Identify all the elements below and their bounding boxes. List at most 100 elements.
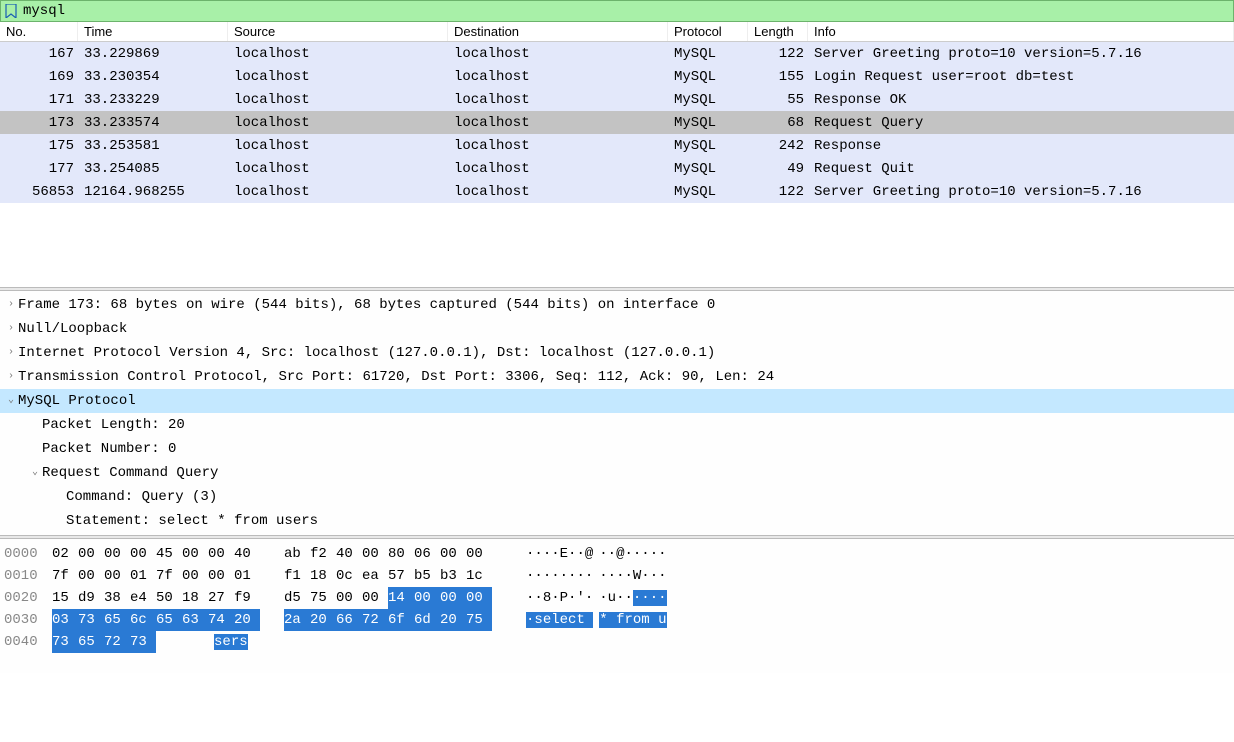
hex-byte[interactable]: d9 [78,587,104,609]
hex-byte[interactable]: 03 [52,609,78,631]
hex-byte[interactable]: 00 [466,543,492,565]
hex-byte[interactable]: 00 [362,587,388,609]
tree-collapsed-icon[interactable]: › [4,294,18,316]
hex-byte[interactable]: 00 [466,587,492,609]
hex-byte[interactable]: 0c [336,565,362,587]
hex-byte[interactable]: f1 [284,565,310,587]
hex-byte[interactable]: 45 [156,543,182,565]
hex-byte[interactable]: 02 [52,543,78,565]
hex-byte[interactable]: 72 [104,631,130,653]
hex-byte[interactable]: 00 [104,543,130,565]
hex-byte[interactable]: 50 [156,587,182,609]
hex-byte[interactable]: 00 [182,565,208,587]
packet-row[interactable]: 17533.253581localhostlocalhostMySQL242Re… [0,134,1234,157]
detail-tree-item[interactable]: Statement: select * from users [0,509,1234,533]
detail-tree-item[interactable]: Command: Query (3) [0,485,1234,509]
display-filter-input[interactable] [21,3,1233,19]
detail-tree-item[interactable]: › Transmission Control Protocol, Src Por… [0,365,1234,389]
packet-row[interactable]: 17133.233229localhostlocalhostMySQL55Res… [0,88,1234,111]
hex-byte[interactable]: 00 [362,543,388,565]
hex-byte[interactable]: 00 [414,587,440,609]
hex-row[interactable]: 004073657273sers [0,631,1234,653]
column-header-info[interactable]: Info [808,22,1234,41]
hex-byte[interactable]: 57 [388,565,414,587]
column-header-no[interactable]: No. [0,22,78,41]
hex-byte[interactable]: 00 [182,543,208,565]
tree-collapsed-icon[interactable]: › [4,342,18,364]
hex-byte[interactable]: 20 [440,609,466,631]
hex-row[interactable]: 00107f0000017f000001f1180cea57b5b31c····… [0,565,1234,587]
hex-byte[interactable]: 00 [78,543,104,565]
hex-byte[interactable]: 00 [336,587,362,609]
hex-byte[interactable]: 72 [362,609,388,631]
hex-row[interactable]: 00000200000045000040abf2400080060000····… [0,543,1234,565]
hex-byte[interactable]: 7f [52,565,78,587]
hex-byte[interactable]: 40 [234,543,260,565]
hex-byte[interactable]: 7f [156,565,182,587]
hex-byte[interactable]: 75 [310,587,336,609]
hex-byte[interactable]: 00 [130,543,156,565]
packet-row[interactable]: 17733.254085localhostlocalhostMySQL49Req… [0,157,1234,180]
hex-byte[interactable]: 73 [52,631,78,653]
hex-byte[interactable]: 66 [336,609,362,631]
packet-row[interactable]: 16733.229869localhostlocalhostMySQL122Se… [0,42,1234,65]
hex-byte[interactable]: 01 [130,565,156,587]
hex-byte[interactable]: 15 [52,587,78,609]
hex-byte[interactable]: 65 [78,631,104,653]
hex-byte[interactable]: 14 [388,587,414,609]
hex-byte[interactable]: 73 [78,609,104,631]
hex-byte[interactable]: d5 [284,587,310,609]
hex-byte[interactable]: 2a [284,609,310,631]
detail-tree-item[interactable]: ⌄ Request Command Query [0,461,1234,485]
detail-tree-item[interactable]: › Null/Loopback [0,317,1234,341]
hex-byte[interactable]: 6d [414,609,440,631]
tree-expanded-icon[interactable]: ⌄ [4,390,18,412]
hex-byte[interactable]: 18 [310,565,336,587]
hex-byte[interactable]: 38 [104,587,130,609]
hex-byte[interactable]: 6c [130,609,156,631]
hex-byte[interactable]: 1c [466,565,492,587]
bookmark-icon[interactable] [3,3,19,19]
hex-byte[interactable]: 01 [234,565,260,587]
hex-byte[interactable]: f9 [234,587,260,609]
column-header-destination[interactable]: Destination [448,22,668,41]
tree-collapsed-icon[interactable]: › [4,366,18,388]
column-header-protocol[interactable]: Protocol [668,22,748,41]
hex-byte[interactable]: 00 [440,543,466,565]
hex-byte[interactable]: 75 [466,609,492,631]
hex-byte[interactable]: 73 [130,631,156,653]
hex-byte[interactable]: 00 [78,565,104,587]
detail-tree-item[interactable]: › Internet Protocol Version 4, Src: loca… [0,341,1234,365]
detail-tree-item[interactable]: Packet Number: 0 [0,437,1234,461]
packet-row[interactable]: 5685312164.968255localhostlocalhostMySQL… [0,180,1234,203]
column-header-length[interactable]: Length [748,22,808,41]
hex-byte[interactable]: f2 [310,543,336,565]
column-header-time[interactable]: Time [78,22,228,41]
hex-byte[interactable]: 80 [388,543,414,565]
hex-byte[interactable]: 00 [440,587,466,609]
hex-byte[interactable]: 00 [104,565,130,587]
hex-byte[interactable]: 63 [182,609,208,631]
hex-byte[interactable]: e4 [130,587,156,609]
hex-row[interactable]: 002015d938e4501827f9d575000014000000··8·… [0,587,1234,609]
column-header-source[interactable]: Source [228,22,448,41]
hex-byte[interactable]: 20 [310,609,336,631]
hex-byte[interactable]: 27 [208,587,234,609]
hex-byte[interactable]: 40 [336,543,362,565]
hex-byte[interactable]: ea [362,565,388,587]
hex-byte[interactable]: 6f [388,609,414,631]
tree-collapsed-icon[interactable]: › [4,318,18,340]
hex-byte[interactable]: 20 [234,609,260,631]
tree-expanded-icon[interactable]: ⌄ [28,462,42,484]
hex-byte[interactable]: b5 [414,565,440,587]
hex-row[interactable]: 00300373656c656374202a2066726f6d2075·sel… [0,609,1234,631]
detail-tree-item[interactable]: › Frame 173: 68 bytes on wire (544 bits)… [0,293,1234,317]
hex-byte[interactable]: 00 [208,565,234,587]
hex-byte[interactable]: 18 [182,587,208,609]
hex-byte[interactable]: 06 [414,543,440,565]
hex-byte[interactable]: 65 [104,609,130,631]
hex-byte[interactable]: b3 [440,565,466,587]
detail-tree-item[interactable]: Packet Length: 20 [0,413,1234,437]
hex-byte[interactable]: 00 [208,543,234,565]
hex-byte[interactable]: ab [284,543,310,565]
